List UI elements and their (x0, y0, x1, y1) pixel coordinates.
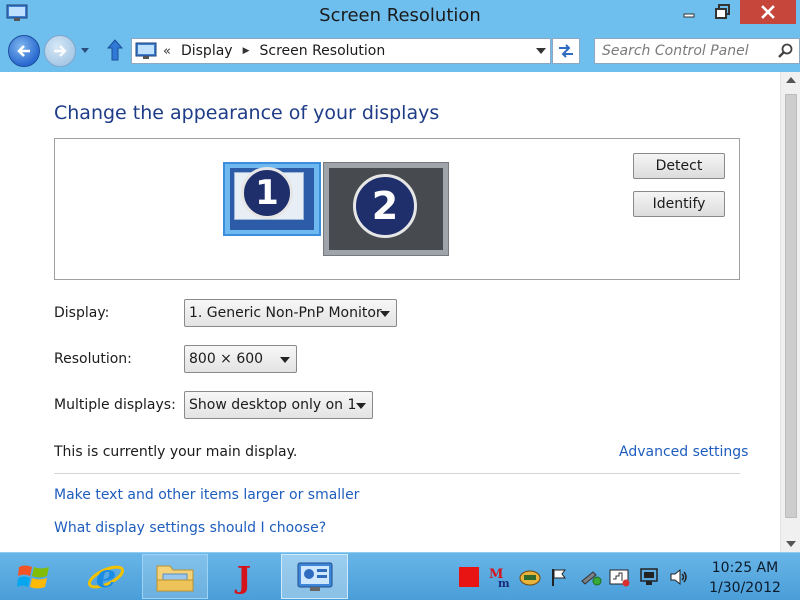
taskbar: e J M m 10:25 AM 1/30/2012 (0, 552, 800, 600)
minimize-icon (683, 13, 695, 18)
internet-explorer-icon: e (87, 558, 125, 595)
tray-volume[interactable] (668, 567, 690, 587)
monitor-arrangement-panel: 1 2 Detect Identify (54, 138, 740, 280)
refresh-button[interactable] (552, 38, 580, 64)
resolution-dropdown[interactable]: 800 × 600 (184, 345, 297, 373)
clock-date: 1/30/2012 (709, 580, 781, 596)
j-app-icon: J (234, 561, 251, 594)
start-button[interactable] (14, 559, 54, 595)
scroll-down-icon[interactable] (786, 540, 796, 548)
content-area: Change the appearance of your displays 1… (0, 72, 780, 552)
wrench-icon (581, 571, 602, 586)
multiple-displays-dropdown[interactable]: Show desktop only on 1 (184, 391, 373, 419)
refresh-icon (559, 44, 573, 58)
advanced-settings-link[interactable]: Advanced settings (619, 444, 748, 460)
multiple-displays-dropdown-value: Show desktop only on 1 (189, 397, 357, 413)
monitor-2[interactable]: 2 (323, 162, 449, 256)
windows-logo-icon (17, 565, 49, 589)
divider (54, 473, 740, 474)
arrow-left-icon (17, 45, 30, 57)
tray-wrench[interactable] (578, 567, 604, 587)
title-bar[interactable]: Screen Resolution (0, 0, 800, 32)
close-icon (761, 5, 775, 19)
display-dropdown[interactable]: 1. Generic Non-PnP Monitor (184, 299, 397, 327)
flag-icon (552, 569, 566, 586)
tray-mm[interactable]: M m (486, 567, 512, 588)
monitor-1[interactable]: 1 (223, 162, 321, 236)
control-panel-icon (135, 42, 157, 59)
scroll-up-icon[interactable] (786, 76, 796, 84)
chevron-down-icon[interactable] (536, 47, 546, 55)
red-square-icon (459, 567, 479, 587)
tray-monitor[interactable] (638, 567, 660, 587)
restore-icon (715, 4, 730, 19)
network-app-icon (519, 570, 541, 586)
tray-network-app[interactable] (518, 567, 542, 587)
breadcrumb-separator-icon[interactable]: ▶ (243, 46, 250, 56)
folder-icon (156, 565, 194, 591)
minimize-button[interactable] (672, 0, 706, 24)
breadcrumb-overflow-icon[interactable]: « (163, 44, 171, 59)
search-input[interactable] (595, 39, 775, 63)
chevron-down-icon (356, 403, 366, 409)
mm-icon: M m (489, 567, 510, 588)
breadcrumb-screen-resolution[interactable]: Screen Resolution (260, 43, 386, 59)
tray-red-square[interactable] (458, 567, 480, 587)
forward-button[interactable] (44, 35, 76, 67)
detect-button[interactable]: Detect (633, 153, 725, 179)
taskbar-internet-explorer[interactable]: e (74, 554, 138, 599)
page-title: Change the appearance of your displays (54, 102, 440, 124)
search-icon[interactable] (777, 43, 793, 59)
wifi-icon (609, 569, 630, 587)
chevron-down-icon (280, 357, 290, 363)
tray-action-center[interactable] (548, 567, 570, 587)
volume-icon (670, 568, 687, 586)
taskbar-j-app[interactable]: J (212, 554, 276, 599)
up-arrow-icon[interactable] (104, 38, 126, 62)
main-display-status: This is currently your main display. (54, 444, 298, 460)
vertical-scrollbar[interactable] (780, 72, 800, 552)
monitor-1-number: 1 (241, 167, 293, 219)
display-help-link[interactable]: What display settings should I choose? (54, 520, 326, 536)
search-box[interactable] (594, 38, 800, 64)
tray-wifi[interactable] (608, 567, 632, 587)
navigation-bar: « Display ▶ Screen Resolution (0, 32, 800, 70)
resolution-dropdown-value: 800 × 600 (189, 351, 264, 367)
multiple-displays-label: Multiple displays: (54, 397, 176, 413)
display-dropdown-value: 1. Generic Non-PnP Monitor (189, 305, 382, 321)
clock-time: 10:25 AM (711, 560, 779, 576)
recent-locations-icon[interactable] (79, 44, 91, 56)
svg-text:m: m (498, 577, 510, 588)
maximize-button[interactable] (706, 0, 740, 24)
close-button[interactable] (740, 0, 796, 24)
resolution-label: Resolution: (54, 351, 132, 367)
text-size-link[interactable]: Make text and other items larger or smal… (54, 487, 359, 503)
address-bar[interactable]: « Display ▶ Screen Resolution (131, 38, 551, 64)
monitor-tray-icon (640, 568, 658, 585)
arrow-right-icon (54, 45, 67, 57)
svg-text:e: e (96, 558, 116, 595)
screen-resolution-window: Screen Resolution « Display ▶ Screen Res… (0, 0, 800, 552)
taskbar-clock[interactable]: 10:25 AM 1/30/2012 (700, 558, 790, 598)
screen-resolution-taskbar-icon (297, 562, 332, 591)
chevron-down-icon (380, 311, 390, 317)
identify-button[interactable]: Identify (633, 191, 725, 217)
back-button[interactable] (8, 35, 40, 67)
display-label: Display: (54, 305, 110, 321)
svg-text:J: J (234, 561, 251, 594)
scrollbar-thumb[interactable] (785, 94, 797, 518)
taskbar-file-explorer[interactable] (142, 554, 208, 599)
monitor-2-number: 2 (353, 174, 417, 238)
taskbar-control-panel[interactable] (281, 554, 348, 599)
breadcrumb-display[interactable]: Display (181, 43, 233, 59)
